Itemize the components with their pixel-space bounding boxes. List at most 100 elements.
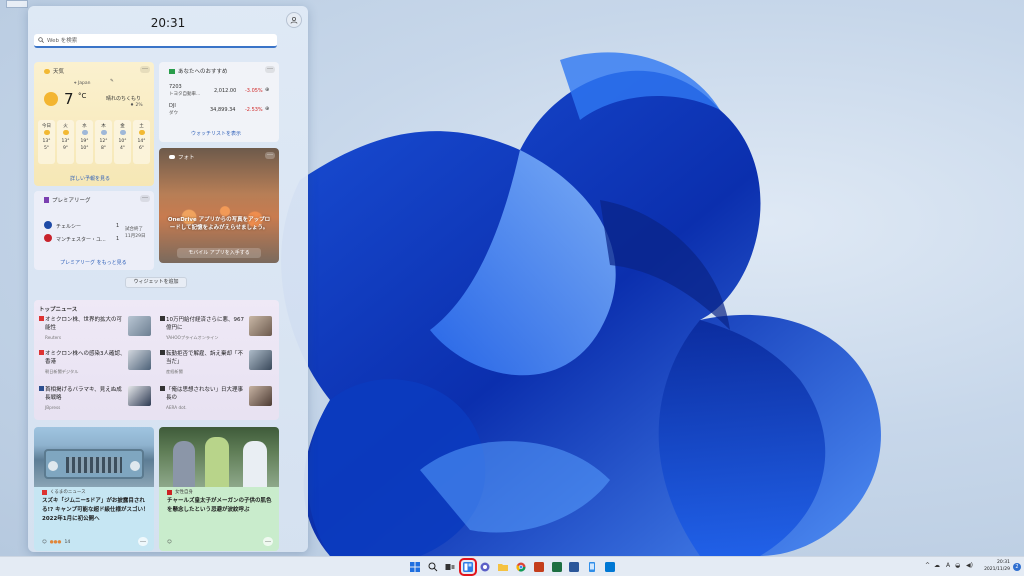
partly-cloudy-icon <box>43 130 50 135</box>
stocks-title: あなたへのおすすめ <box>178 69 228 75</box>
news-source: AERA dot. <box>166 405 187 410</box>
device-icon <box>589 562 595 572</box>
taskbar: ^ ☁ A ◒ ◀) 20:31 2021/11/29 2 <box>0 556 1024 576</box>
powerpoint-button[interactable] <box>533 561 545 573</box>
watchlist-link[interactable]: ウォッチリストを表示 <box>191 130 241 137</box>
news-item[interactable]: 10万円給付経済さらに悪、967億円に YAHOOプライムオンライン <box>160 316 276 344</box>
news-source: 産経新聞 <box>166 369 183 374</box>
taskbar-date: 2021/11/29 <box>984 567 1010 572</box>
forecast-day[interactable]: 木 12° 8° <box>95 120 112 164</box>
excel-button[interactable] <box>551 561 563 573</box>
search-placeholder: Web を検索 <box>47 38 78 44</box>
source-logo-icon <box>39 386 44 391</box>
weather-title: 天気 <box>53 69 65 75</box>
stocks-more-button[interactable]: … <box>265 65 275 73</box>
news-item[interactable]: 「俺は思想されない」日大理事長の AERA dot. <box>160 386 276 414</box>
premier-league-widget[interactable]: プレミアリーグ … チェルシー 1 マンチェスター・ユ... 1 試合終了 11… <box>34 191 154 270</box>
premier-more-link[interactable]: プレミアリーグ をもっと見る <box>60 259 127 266</box>
forecast-day[interactable]: 土 14° 6° <box>133 120 150 164</box>
news-headline: 「俺は思想されない」日大理事長の <box>166 387 244 401</box>
taskbar-clock[interactable]: 20:31 2021/11/29 <box>984 559 1010 573</box>
web-search-box[interactable]: Web を検索 <box>34 34 277 48</box>
weather-precip: ♦ 2% <box>130 103 143 108</box>
news-item[interactable]: 転勤拒否で解雇、訴え棄却「不当だ」 産経新聞 <box>160 350 276 378</box>
weather-location[interactable]: ⌖ Japan <box>74 80 91 86</box>
feature-news-card[interactable]: くるまのニュース スズキ「ジムニー5ドア」がお披露目される!? キャンプ可能な超… <box>34 427 154 551</box>
show-hidden-icons-button[interactable]: ^ <box>925 562 930 569</box>
file-explorer-button[interactable] <box>497 561 509 573</box>
photos-widget[interactable]: フォト … OneDrive アプリからの写真をアップロードして記憶をよみがえら… <box>159 148 279 263</box>
premier-title: プレミアリーグ <box>52 198 91 204</box>
word-button[interactable] <box>568 561 580 573</box>
volume-icon[interactable]: ◀) <box>966 562 973 569</box>
weather-more-button[interactable]: … <box>140 65 150 73</box>
forecast-day[interactable]: 水 19° 10° <box>76 120 93 164</box>
wifi-icon[interactable]: ◒ <box>955 562 960 569</box>
add-to-watchlist-icon[interactable]: ⊕ <box>265 87 269 93</box>
news-thumbnail <box>128 386 151 406</box>
network-tray-icon[interactable]: ☁ <box>934 562 940 569</box>
forecast-day[interactable]: 今日 13° 5° <box>38 120 55 164</box>
news-headline: 転勤拒否で解雇、訴え棄却「不当だ」 <box>166 351 244 365</box>
feature-headline: チャールズ皇太子がメーガンの子供の肌色を懸念したという忌避が波紋呼ぶ <box>167 498 272 513</box>
premier-more-button[interactable]: … <box>140 194 150 202</box>
feature-headline: スズキ「ジムニー5ドア」がお披露目される!? キャンプ可能な超ド級仕様がスゴい！… <box>42 498 149 522</box>
excel-icon <box>552 562 562 572</box>
search-icon <box>38 37 44 43</box>
start-button[interactable] <box>409 561 421 573</box>
weather-widget[interactable]: 天気 … ⌖ Japan ✎ 7 °C 晴れのちくもり ♦ 2% 今日 13° 5°… <box>34 62 154 186</box>
source-logo-icon <box>160 350 165 355</box>
forecast-day[interactable]: 火 13° 9° <box>57 120 74 164</box>
word-icon <box>569 562 579 572</box>
feature-more-button[interactable]: … <box>263 537 273 546</box>
feature-more-button[interactable]: … <box>138 537 148 546</box>
news-item[interactable]: 首相掲げるバラマキ、見えぬ成長戦略 JBpress <box>39 386 155 414</box>
news-source: JBpress <box>45 405 61 410</box>
get-mobile-app-button[interactable]: モバイル アプリを入手する <box>177 248 261 258</box>
cloudy-icon <box>81 130 88 135</box>
input-language-indicator[interactable]: A <box>946 562 950 569</box>
task-view-button[interactable] <box>444 561 456 573</box>
widgets-button[interactable] <box>459 558 477 576</box>
weather-unit[interactable]: °C <box>78 92 86 100</box>
suzuki-jimny-image <box>34 427 154 487</box>
source-logo-icon <box>160 316 165 321</box>
feature-news-card[interactable]: 女性自身 チャールズ皇太子がメーガンの子供の肌色を懸念したという忌避が波紋呼ぶ … <box>159 427 279 551</box>
person-icon <box>290 16 298 24</box>
phone-link-button[interactable] <box>586 561 598 573</box>
reaction-bar[interactable]: ☺ ●●● 14 <box>42 540 70 545</box>
source-logo-icon <box>39 350 44 355</box>
stock-price: 2,012.00 <box>214 88 237 94</box>
cloud-icon <box>169 155 175 159</box>
photos-more-button[interactable]: … <box>265 151 275 159</box>
stocks-widget[interactable]: あなたへのおすすめ … 7203 トヨタ自動車... 2,012.00 -3.0… <box>159 62 279 142</box>
news-item[interactable]: オミクロン株への感染3人確認、香港 朝日新聞デジタル <box>39 350 155 378</box>
news-item[interactable]: オミクロン株、世界的拡大の可能性 Reuters <box>39 316 155 344</box>
search-button[interactable] <box>427 561 439 573</box>
reaction-bar[interactable]: ☺ <box>167 540 172 545</box>
stock-chart-icon <box>169 68 175 74</box>
forecast-day[interactable]: 金 10° 4° <box>114 120 131 164</box>
chelsea-logo-icon <box>44 221 52 229</box>
add-to-watchlist-icon[interactable]: ⊕ <box>265 106 269 112</box>
chrome-button[interactable] <box>515 561 527 573</box>
notification-badge[interactable]: 2 <box>1013 563 1021 571</box>
profile-button[interactable] <box>286 12 302 28</box>
weather-detail-link[interactable]: 詳しい予報を見る <box>70 175 110 182</box>
premier-league-icon <box>44 197 49 203</box>
weather-temperature: 7 <box>64 90 74 108</box>
news-thumbnail <box>128 350 151 370</box>
match-status: 試合終了 <box>125 227 143 232</box>
outlook-button[interactable] <box>604 561 616 573</box>
feature-source: くるまのニュース <box>42 489 86 495</box>
chat-button[interactable] <box>479 561 491 573</box>
add-widget-button[interactable]: ウィジェットを追加 <box>125 277 187 288</box>
news-headline: 首相掲げるバラマキ、見えぬ成長戦略 <box>45 387 122 401</box>
news-source: YAHOOプライムオンライン <box>166 335 219 340</box>
edit-location-icon[interactable]: ✎ <box>110 79 114 84</box>
stock-symbol: 7203 <box>169 84 182 90</box>
stock-change: -2.53% <box>245 107 263 113</box>
stock-change: -3.05% <box>245 88 263 94</box>
search-icon <box>428 562 438 572</box>
sunny-icon <box>138 130 145 135</box>
